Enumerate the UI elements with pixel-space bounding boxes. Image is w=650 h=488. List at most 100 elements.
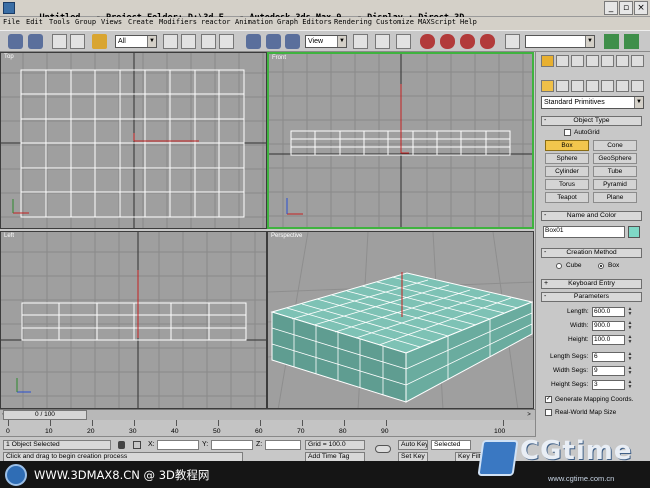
cube-radio[interactable] [556,263,562,269]
menu-reactor[interactable]: reactor [201,18,231,26]
key-icon[interactable] [375,445,391,453]
length-field[interactable]: 600.0 [592,307,625,317]
angle-snap-icon[interactable] [440,34,455,49]
viewport-label[interactable]: Top [4,54,14,60]
real-world-checkbox[interactable] [545,409,552,416]
snaps-toggle-icon[interactable] [420,34,435,49]
select-link-icon[interactable] [52,34,67,49]
maximize-button[interactable]: ▫ [619,1,633,15]
select-object-icon[interactable] [163,34,178,49]
percent-snap-icon[interactable] [460,34,475,49]
sphere-button[interactable]: Sphere [545,153,589,164]
cone-button[interactable]: Cone [593,140,637,151]
menu-maxscript[interactable]: MAXScript [418,18,456,26]
unlink-icon[interactable] [70,34,85,49]
object-type-rollout-header[interactable]: - Object Type [541,116,642,126]
tube-button[interactable]: Tube [593,166,637,177]
object-color-swatch[interactable] [628,226,640,238]
lights-icon[interactable] [571,80,584,92]
app-icon[interactable] [3,2,15,14]
scale-icon[interactable] [285,34,300,49]
pyramid-button[interactable]: Pyramid [593,179,637,190]
rectangular-selection-icon[interactable] [201,34,216,49]
select-manipulate-icon[interactable] [375,34,390,49]
display-tab-icon[interactable] [601,55,614,67]
space-warps-icon[interactable] [616,80,629,92]
height-segs-field[interactable]: 3 [592,380,625,390]
viewport-top[interactable]: Top [0,52,267,229]
name-and-color-rollout-header[interactable]: - Name and Color [541,211,642,221]
plane-button[interactable]: Plane [593,192,637,203]
reference-coord-dropdown[interactable]: View ▼ [305,35,347,48]
generate-mapping-checkbox[interactable]: ✓ [545,396,552,403]
select-by-name-icon[interactable] [181,34,196,49]
create-tab-icon[interactable] [541,55,554,67]
autogrid-checkbox[interactable] [564,129,571,136]
width-segs-field[interactable]: 9 [592,366,625,376]
menu-create[interactable]: Create [128,18,153,26]
keyboard-shortcut-icon[interactable] [396,34,411,49]
auto-key-button[interactable]: Auto Key [398,440,428,450]
systems-icon[interactable] [631,80,644,92]
keyboard-entry-rollout-header[interactable]: + Keyboard Entry [541,279,642,289]
menu-modifiers[interactable]: Modifiers [159,18,197,26]
width-spinner[interactable]: ▲ ▼ [627,321,633,331]
align-icon[interactable] [624,34,639,49]
viewport-label[interactable]: Front [272,55,286,61]
named-selection-sets-dropdown[interactable]: ▼ [525,35,595,48]
height-segs-spinner[interactable]: ▲ ▼ [627,380,633,390]
modify-tab-icon[interactable] [556,55,569,67]
viewport-perspective[interactable]: Perspective [267,231,534,409]
menu-edit[interactable]: Edit [26,18,43,26]
named-selection-icon[interactable] [505,34,520,49]
box-button[interactable]: Box [545,140,589,151]
rotate-icon[interactable] [266,34,281,49]
viewport-front[interactable]: Front [267,52,534,229]
time-slider[interactable]: 0 / 100 [3,410,87,420]
hammer-icon[interactable] [631,55,644,67]
helpers-icon[interactable] [601,80,614,92]
move-icon[interactable] [246,34,261,49]
parameters-rollout-header[interactable]: - Parameters [541,292,642,302]
menu-file[interactable]: File [3,18,20,26]
cylinder-button[interactable]: Cylinder [545,166,589,177]
length-spinner[interactable]: ▲ ▼ [627,307,633,317]
absolute-mode-icon[interactable] [133,441,141,449]
primitive-category-dropdown[interactable]: Standard Primitives ▼ [541,96,644,109]
minimize-button[interactable]: _ [604,1,618,15]
utilities-tab-icon[interactable] [616,55,629,67]
menu-rendering[interactable]: Rendering [334,18,372,26]
pivot-center-icon[interactable] [353,34,368,49]
redo-icon[interactable] [28,34,43,49]
z-coordinate-field[interactable] [265,440,301,450]
length-segs-field[interactable]: 6 [592,352,625,362]
y-coordinate-field[interactable] [211,440,253,450]
menu-customize[interactable]: Customize [376,18,414,26]
box-radio[interactable] [598,263,604,269]
lock-icon[interactable] [118,441,125,449]
mirror-icon[interactable] [604,34,619,49]
menu-views[interactable]: Views [101,18,122,26]
teapot-button[interactable]: Teapot [545,192,589,203]
viewport-left[interactable]: Left [0,231,267,409]
height-spinner[interactable]: ▲ ▼ [627,335,633,345]
window-crossing-icon[interactable] [219,34,234,49]
menu-tools[interactable]: Tools [49,18,70,26]
creation-method-rollout-header[interactable]: - Creation Method [541,248,642,258]
cameras-icon[interactable] [586,80,599,92]
width-field[interactable]: 900.0 [592,321,625,331]
width-segs-spinner[interactable]: ▲ ▼ [627,366,633,376]
shapes-icon[interactable] [556,80,569,92]
x-coordinate-field[interactable] [157,440,199,450]
selection-filter-dropdown[interactable]: All ▼ [115,35,157,48]
key-mode-dropdown[interactable]: Selected [431,440,471,450]
hierarchy-tab-icon[interactable] [571,55,584,67]
length-segs-spinner[interactable]: ▲ ▼ [627,352,633,362]
menu-animation[interactable]: Animation [235,18,273,26]
close-button[interactable]: × [634,1,648,15]
menu-help[interactable]: Help [460,18,477,26]
torus-button[interactable]: Torus [545,179,589,190]
spinner-snap-icon[interactable] [480,34,495,49]
menu-group[interactable]: Group [75,18,96,26]
motion-tab-icon[interactable] [586,55,599,67]
